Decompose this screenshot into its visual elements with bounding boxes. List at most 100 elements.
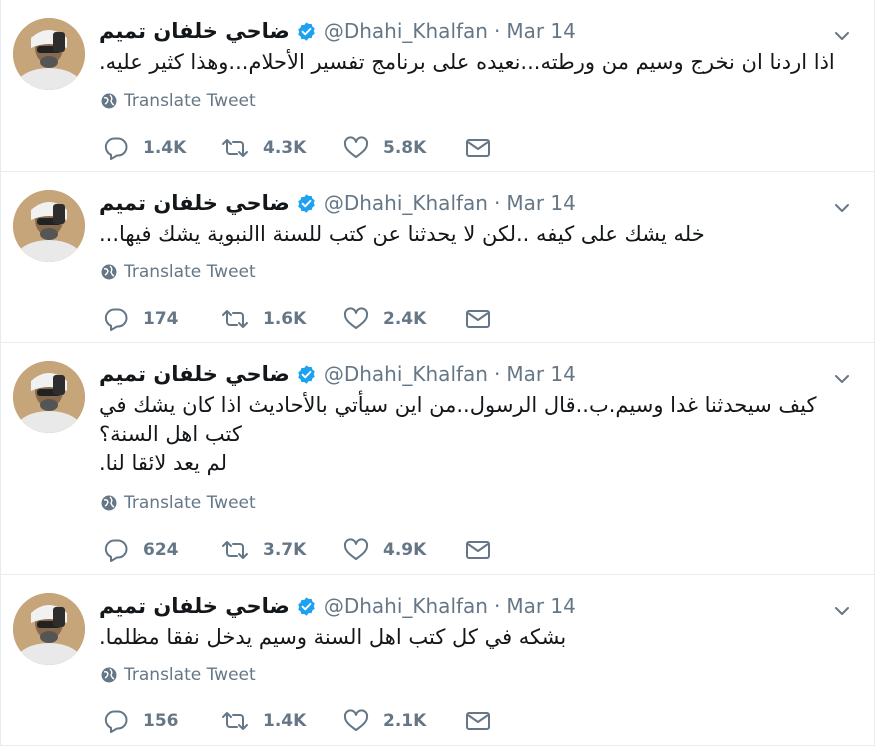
retweet-icon xyxy=(222,310,248,328)
globe-icon xyxy=(101,667,117,683)
retweet-button[interactable]: 3.7K xyxy=(221,538,343,562)
reply-count: 174 xyxy=(143,309,179,329)
handle[interactable]: @Dhahi_Khalfan xyxy=(324,594,488,618)
heart-icon xyxy=(343,136,369,158)
tweet-header: ضاحي خلفان تميم @Dhahi_Khalfan · Mar 14 xyxy=(99,591,576,621)
globe-icon xyxy=(101,495,117,511)
translate-tweet-link[interactable]: Translate Tweet xyxy=(101,91,256,111)
direct-message-button[interactable] xyxy=(465,710,505,732)
tweet-text: بشكه في كل كتب اهل السنة وسيم يدخل نفقا … xyxy=(99,625,567,649)
reply-icon xyxy=(104,539,128,562)
verified-badge-icon xyxy=(298,596,315,616)
avatar[interactable] xyxy=(13,18,85,90)
tweet-text: كيف سيحدثنا غدا وسيم.ب..قال الرسول..من ا… xyxy=(99,393,817,475)
reply-icon xyxy=(104,710,128,733)
globe-icon xyxy=(101,264,117,280)
reply-button[interactable]: 1.4K xyxy=(103,136,221,160)
retweet-count: 4.3K xyxy=(263,138,307,158)
direct-message-button[interactable] xyxy=(465,308,505,330)
envelope-icon xyxy=(466,712,490,730)
timestamp[interactable]: Mar 14 xyxy=(506,191,576,215)
timestamp[interactable]: Mar 14 xyxy=(506,594,576,618)
avatar[interactable] xyxy=(13,190,85,262)
tweet-text: خله يشك على كيفه ..لكن لا يحدثنا عن كتب … xyxy=(99,222,705,246)
handle[interactable]: @Dhahi_Khalfan xyxy=(324,362,488,386)
translate-label: Translate Tweet xyxy=(124,262,256,282)
verified-badge-icon xyxy=(298,21,315,41)
retweet-button[interactable]: 1.6K xyxy=(221,307,343,331)
envelope-icon xyxy=(466,541,490,559)
like-count: 2.1K xyxy=(383,711,427,731)
translate-label: Translate Tweet xyxy=(124,91,256,111)
direct-message-button[interactable] xyxy=(465,539,505,561)
like-button[interactable]: 2.1K xyxy=(343,709,465,733)
separator-dot: · xyxy=(493,594,501,618)
translate-tweet-link[interactable]: Translate Tweet xyxy=(101,493,256,513)
separator-dot: · xyxy=(493,362,501,386)
envelope-icon xyxy=(466,139,490,157)
reply-count: 1.4K xyxy=(143,138,187,158)
reply-icon xyxy=(104,137,128,160)
display-name[interactable]: ضاحي خلفان تميم xyxy=(99,594,290,618)
tweet[interactable]: ضاحي خلفان تميم @Dhahi_Khalfan · Mar 14 … xyxy=(1,343,874,575)
like-button[interactable]: 4.9K xyxy=(343,538,465,562)
retweet-count: 1.6K xyxy=(263,309,307,329)
avatar[interactable] xyxy=(13,593,85,665)
display-name[interactable]: ضاحي خلفان تميم xyxy=(99,191,290,215)
translate-label: Translate Tweet xyxy=(124,493,256,513)
reply-count: 624 xyxy=(143,540,179,560)
tweet-header: ضاحي خلفان تميم @Dhahi_Khalfan · Mar 14 xyxy=(99,16,576,46)
timestamp[interactable]: Mar 14 xyxy=(506,19,576,43)
display-name[interactable]: ضاحي خلفان تميم xyxy=(99,362,290,386)
tweet[interactable]: ضاحي خلفان تميم @Dhahi_Khalfan · Mar 14 … xyxy=(1,575,874,746)
translate-tweet-link[interactable]: Translate Tweet xyxy=(101,665,256,685)
reply-button[interactable]: 624 xyxy=(103,538,221,562)
globe-icon xyxy=(101,93,117,109)
retweet-button[interactable]: 4.3K xyxy=(221,136,343,160)
like-count: 2.4K xyxy=(383,309,427,329)
tweet-actions: 624 3.7K 4.9K xyxy=(103,538,505,562)
retweet-icon xyxy=(222,139,248,157)
display-name[interactable]: ضاحي خلفان تميم xyxy=(99,19,290,43)
translate-label: Translate Tweet xyxy=(124,665,256,685)
tweet-timeline: ضاحي خلفان تميم @Dhahi_Khalfan · Mar 14 … xyxy=(0,0,875,746)
separator-dot: · xyxy=(493,19,501,43)
retweet-icon xyxy=(222,712,248,730)
chevron-down-icon[interactable] xyxy=(832,369,852,389)
tweet-header: ضاحي خلفان تميم @Dhahi_Khalfan · Mar 14 xyxy=(99,359,576,389)
retweet-count: 3.7K xyxy=(263,540,307,560)
reply-button[interactable]: 174 xyxy=(103,307,221,331)
verified-badge-icon xyxy=(298,193,315,213)
tweet-header: ضاحي خلفان تميم @Dhahi_Khalfan · Mar 14 xyxy=(99,188,576,218)
tweet-actions: 156 1.4K 2.1K xyxy=(103,709,505,733)
handle[interactable]: @Dhahi_Khalfan xyxy=(324,19,488,43)
retweet-button[interactable]: 1.4K xyxy=(221,709,343,733)
reply-button[interactable]: 156 xyxy=(103,709,221,733)
like-count: 4.9K xyxy=(383,540,427,560)
heart-icon xyxy=(343,307,369,329)
like-count: 5.8K xyxy=(383,138,427,158)
chevron-down-icon[interactable] xyxy=(832,198,852,218)
tweet-actions: 174 1.6K 2.4K xyxy=(103,307,505,331)
heart-icon xyxy=(343,709,369,731)
heart-icon xyxy=(343,538,369,560)
reply-icon xyxy=(104,308,128,331)
retweet-icon xyxy=(222,541,248,559)
like-button[interactable]: 5.8K xyxy=(343,136,465,160)
reply-count: 156 xyxy=(143,711,179,731)
translate-tweet-link[interactable]: Translate Tweet xyxy=(101,262,256,282)
like-button[interactable]: 2.4K xyxy=(343,307,465,331)
retweet-count: 1.4K xyxy=(263,711,307,731)
timestamp[interactable]: Mar 14 xyxy=(506,362,576,386)
chevron-down-icon[interactable] xyxy=(832,26,852,46)
verified-badge-icon xyxy=(298,364,315,384)
tweet-actions: 1.4K 4.3K 5.8K xyxy=(103,136,505,160)
direct-message-button[interactable] xyxy=(465,137,505,159)
separator-dot: · xyxy=(493,191,501,215)
chevron-down-icon[interactable] xyxy=(832,601,852,621)
avatar[interactable] xyxy=(13,361,85,433)
handle[interactable]: @Dhahi_Khalfan xyxy=(324,191,488,215)
tweet[interactable]: ضاحي خلفان تميم @Dhahi_Khalfan · Mar 14 … xyxy=(1,172,874,343)
envelope-icon xyxy=(466,310,490,328)
tweet[interactable]: ضاحي خلفان تميم @Dhahi_Khalfan · Mar 14 … xyxy=(1,0,874,172)
